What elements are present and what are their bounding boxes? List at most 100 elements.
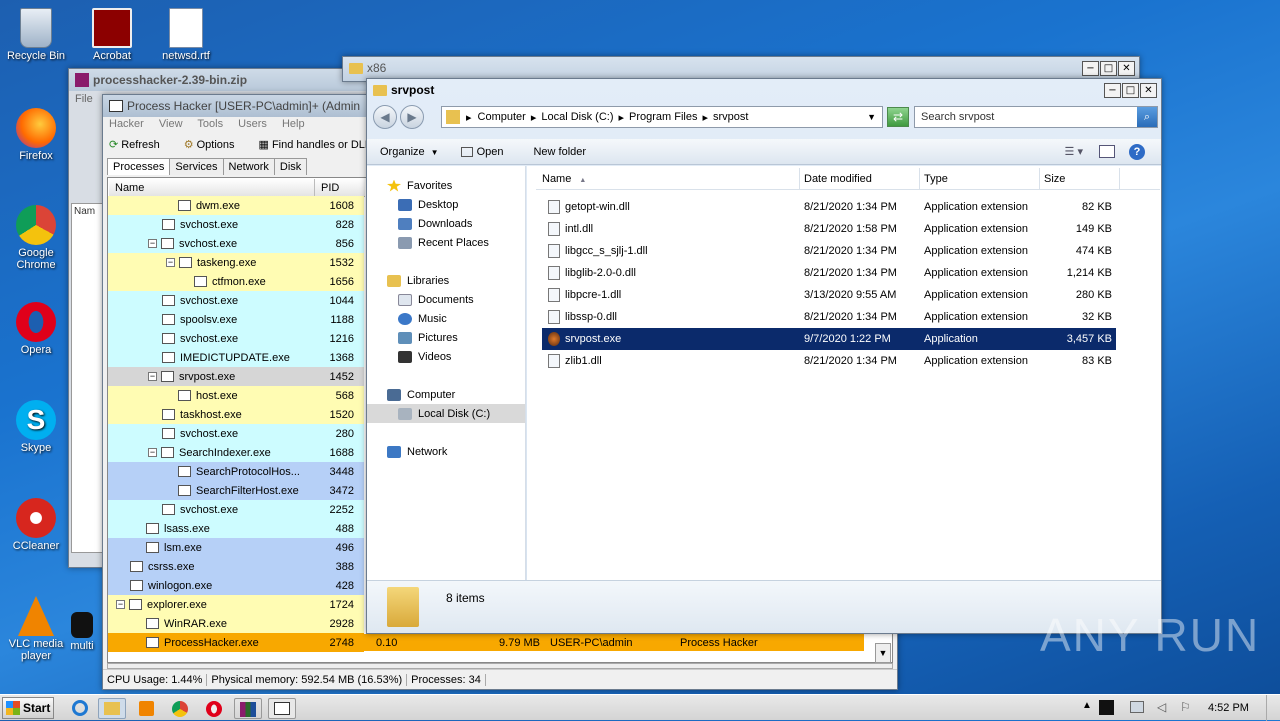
file-row[interactable]: libglib-2.0-0.dll 8/21/2020 1:34 PM Applic… <box>542 262 1116 284</box>
nav-recent-places[interactable]: Recent Places <box>367 233 525 252</box>
nav-network[interactable]: Network <box>367 442 525 461</box>
back-button[interactable]: ◀ <box>373 105 397 129</box>
tray-volume-icon[interactable]: ◁ <box>1157 700 1166 714</box>
process-row[interactable]: ProcessHacker.exe 2748 <box>108 633 364 652</box>
collapse-toggle-icon[interactable]: − <box>148 239 157 248</box>
column-header-name[interactable]: Name <box>109 179 315 196</box>
desktop-icon-firefox[interactable]: Firefox <box>0 108 72 162</box>
process-row[interactable]: IMEDICTUPDATE.exe 1368 <box>108 348 364 367</box>
nav-favorites[interactable]: Favorites <box>367 176 525 195</box>
history-dropdown-icon[interactable]: ▼ <box>867 112 876 122</box>
menu-file[interactable]: File <box>75 93 93 105</box>
menu-hacker[interactable]: Hacker <box>109 118 144 130</box>
taskbar-chrome-icon[interactable] <box>166 698 194 719</box>
show-desktop-button[interactable] <box>1266 695 1280 721</box>
collapse-toggle-icon[interactable]: − <box>148 448 157 457</box>
breadcrumb-program-files[interactable]: Program Files <box>629 111 697 123</box>
close-button[interactable]: ✕ <box>1140 82 1157 98</box>
maximize-button[interactable]: □ <box>1122 82 1139 98</box>
minimize-button[interactable]: − <box>1104 82 1121 98</box>
desktop-icon-skype[interactable]: S Skype <box>0 400 72 454</box>
file-row[interactable]: libgcc_s_sjlj-1.dll 8/21/2020 1:34 PM Appl… <box>542 240 1116 262</box>
tab-services[interactable]: Services <box>169 158 224 175</box>
collapse-toggle-icon[interactable]: − <box>166 258 175 267</box>
breadcrumb-srvpost[interactable]: srvpost <box>713 111 748 123</box>
process-row[interactable]: svchost.exe 1044 <box>108 291 364 310</box>
nav-libraries[interactable]: Libraries <box>367 271 525 290</box>
file-row[interactable]: srvpost.exe 9/7/2020 1:22 PM Application 3,… <box>542 328 1116 350</box>
breadcrumb-local-disk[interactable]: Local Disk (C:) <box>541 111 613 123</box>
column-header-pid[interactable]: PID <box>315 179 365 196</box>
process-row[interactable]: taskhost.exe 1520 <box>108 405 364 424</box>
tab-disk[interactable]: Disk <box>273 158 308 175</box>
process-row[interactable]: svchost.exe 1216 <box>108 329 364 348</box>
process-row[interactable]: csrss.exe 388 <box>108 557 364 576</box>
process-row[interactable]: svchost.exe 280 <box>108 424 364 443</box>
process-row[interactable]: svchost.exe 2252 <box>108 500 364 519</box>
process-row[interactable]: lsass.exe 488 <box>108 519 364 538</box>
process-row[interactable]: svchost.exe 828 <box>108 215 364 234</box>
breadcrumb-computer[interactable]: Computer <box>478 111 526 123</box>
preview-pane-icon[interactable] <box>1099 145 1115 158</box>
nav-local-disk[interactable]: Local Disk (C:) <box>367 404 525 423</box>
nav-computer[interactable]: Computer <box>367 385 525 404</box>
maximize-button[interactable]: □ <box>1100 60 1117 76</box>
organize-button[interactable]: Organize ▼ <box>380 146 439 158</box>
refresh-button[interactable]: ⇄ <box>887 107 909 127</box>
tray-network-icon[interactable] <box>1130 701 1144 713</box>
desktop-icon-opera[interactable]: Opera <box>0 302 72 356</box>
desktop-icon-recycle-bin[interactable]: Recycle Bin <box>0 8 72 62</box>
taskbar-media-player-icon[interactable] <box>132 698 160 719</box>
process-row[interactable]: ctfmon.exe 1656 <box>108 272 364 291</box>
process-row[interactable]: dwm.exe 1608 <box>108 196 364 215</box>
menu-view[interactable]: View <box>159 118 183 130</box>
help-icon[interactable]: ? <box>1129 143 1145 160</box>
search-icon[interactable]: ⌕ <box>1137 107 1157 127</box>
open-button[interactable]: Open <box>460 146 503 158</box>
minimize-button[interactable]: − <box>1082 60 1099 76</box>
column-header-date[interactable]: Date modified <box>800 168 920 189</box>
taskbar-opera-icon[interactable] <box>200 698 228 719</box>
process-row[interactable]: host.exe 568 <box>108 386 364 405</box>
process-row[interactable]: − SearchIndexer.exe 1688 <box>108 443 364 462</box>
process-row[interactable]: SearchProtocolHos... 3448 <box>108 462 364 481</box>
taskbar-process-hacker-icon[interactable] <box>268 698 296 719</box>
column-header-name[interactable]: Name ▲ <box>536 168 800 189</box>
tray-flag-icon[interactable]: ⚐ <box>1180 700 1191 714</box>
desktop-icon-acrobat[interactable]: Acrobat <box>76 8 148 62</box>
nav-music[interactable]: Music <box>367 309 525 328</box>
column-header-size[interactable]: Size <box>1040 168 1120 189</box>
nav-desktop[interactable]: Desktop <box>367 195 525 214</box>
address-bar[interactable]: ▸ Computer ▸ Local Disk (C:) ▸ Program F… <box>441 106 883 128</box>
process-row[interactable]: − explorer.exe 1724 <box>108 595 364 614</box>
file-row[interactable]: zlib1.dll 8/21/2020 1:34 PM Application ex… <box>542 350 1116 372</box>
process-row[interactable]: SearchFilterHost.exe 3472 <box>108 481 364 500</box>
selected-process-details[interactable]: 0.10 9.79 MB USER-PC\admin Process Hacke… <box>364 634 864 651</box>
clock[interactable]: 4:52 PM <box>1208 702 1249 714</box>
file-row[interactable]: libssp-0.dll 8/21/2020 1:34 PM Application… <box>542 306 1116 328</box>
menu-help[interactable]: Help <box>282 118 305 130</box>
find-handles-button[interactable]: ▦ Find handles or DLL <box>259 138 383 151</box>
nav-pictures[interactable]: Pictures <box>367 328 525 347</box>
process-row[interactable]: winlogon.exe 428 <box>108 576 364 595</box>
process-row[interactable]: WinRAR.exe 2928 <box>108 614 364 633</box>
tab-network[interactable]: Network <box>222 158 275 175</box>
desktop-icon-ccleaner[interactable]: CCleaner <box>0 498 72 552</box>
collapse-toggle-icon[interactable]: − <box>116 600 125 609</box>
tab-processes[interactable]: Processes <box>107 158 171 175</box>
menu-users[interactable]: Users <box>238 118 267 130</box>
process-row[interactable]: lsm.exe 496 <box>108 538 364 557</box>
column-header-name[interactable]: Nam <box>72 204 104 219</box>
close-button[interactable]: ✕ <box>1118 60 1135 76</box>
show-hidden-icons[interactable]: ▲ <box>1082 700 1092 711</box>
taskbar-winrar-icon[interactable] <box>234 698 262 719</box>
process-row[interactable]: spoolsv.exe 1188 <box>108 310 364 329</box>
refresh-button[interactable]: ⟳ Refresh <box>109 138 172 151</box>
desktop-icon-rtf[interactable]: netwsd.rtf <box>150 8 222 62</box>
file-row[interactable]: libpcre-1.dll 3/13/2020 9:55 AM Applicatio… <box>542 284 1116 306</box>
nav-documents[interactable]: Documents <box>367 290 525 309</box>
collapse-toggle-icon[interactable]: − <box>148 372 157 381</box>
start-button[interactable]: Start <box>2 697 54 719</box>
options-button[interactable]: ⚙ Options <box>184 138 247 151</box>
process-row[interactable]: − srvpost.exe 1452 <box>108 367 364 386</box>
